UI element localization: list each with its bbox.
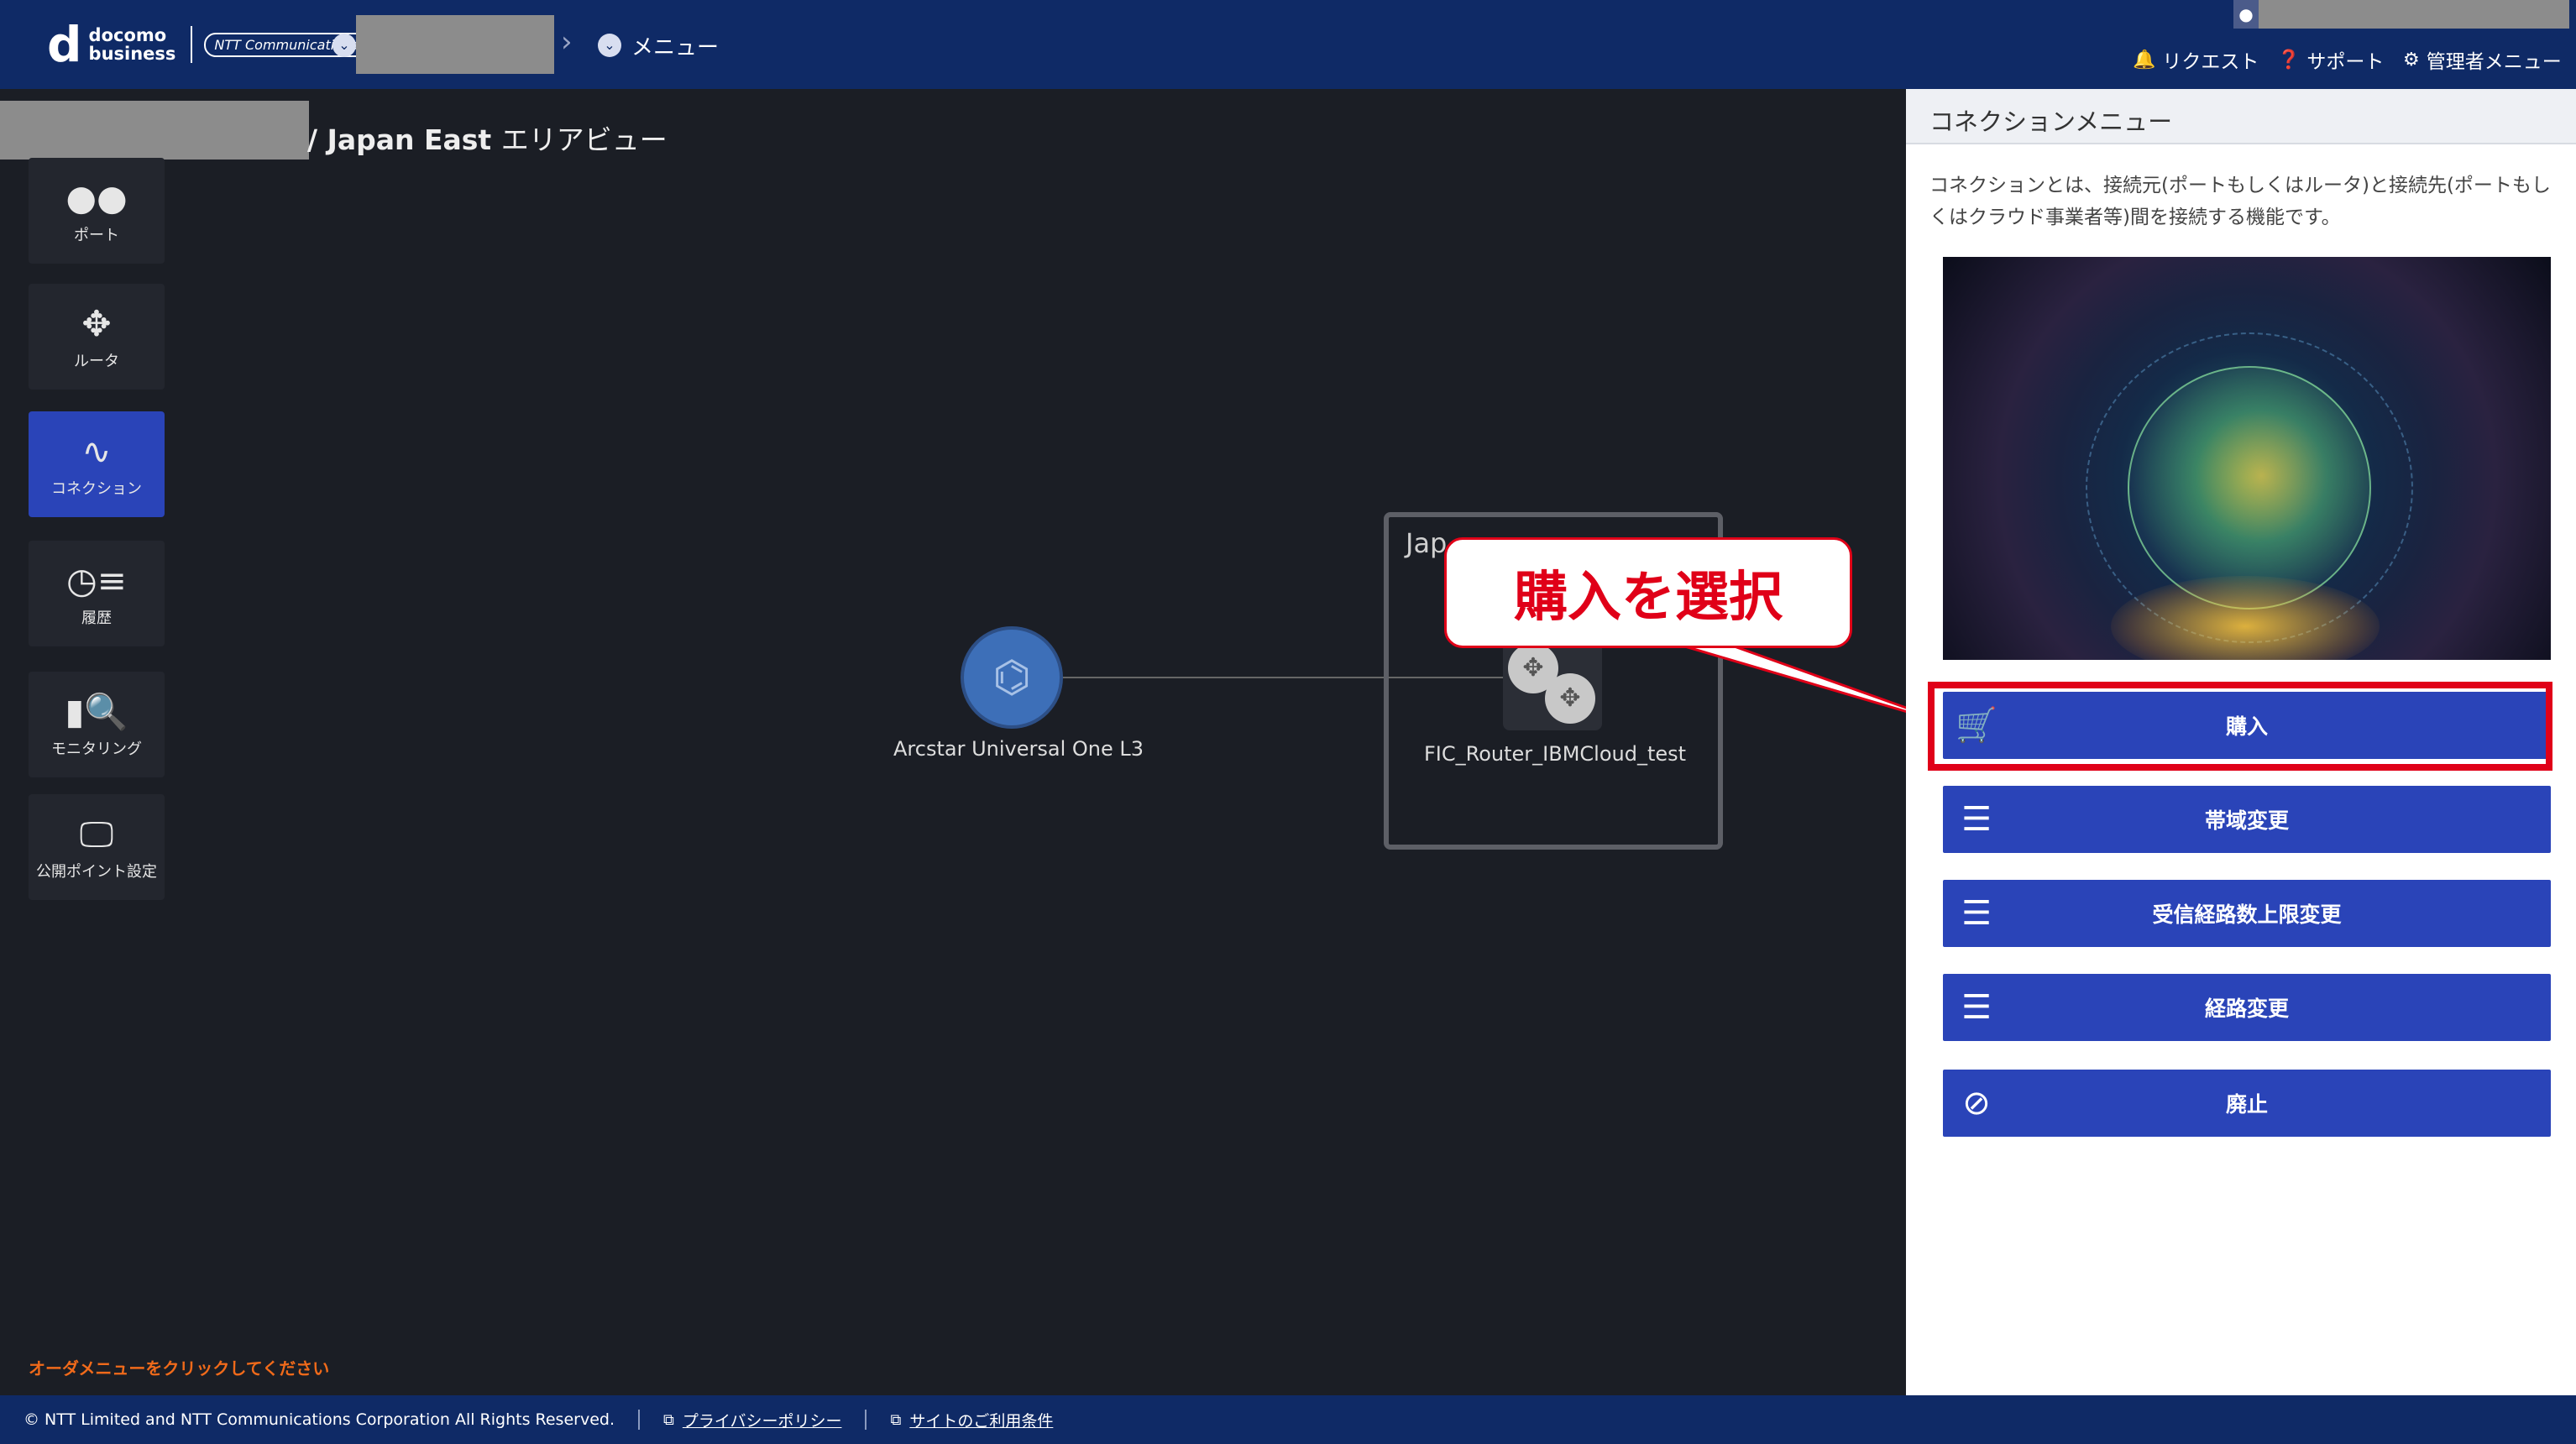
terms-of-use-link[interactable]: サイトのご利用条件 bbox=[909, 1409, 1053, 1431]
public-point-icon: 🖵 bbox=[79, 814, 114, 855]
sliders-icon: ☰ bbox=[1961, 894, 1992, 933]
panel-description: コネクションとは、接続元(ポートもしくはルータ)と接続先(ポートもしくはクラウド… bbox=[1929, 175, 2551, 228]
callout-select-purchase: 購入を選択 bbox=[1444, 537, 1852, 648]
sidebar-item-public-point[interactable]: 🖵 公開ポイント設定 bbox=[29, 794, 165, 900]
panel-header: コネクションメニュー bbox=[1906, 89, 2576, 144]
support-link[interactable]: ❓ サポート bbox=[2277, 47, 2384, 74]
sliders-icon: ☰ bbox=[1961, 988, 1992, 1027]
external-link-icon: ⧉ bbox=[890, 1410, 902, 1429]
sidebar-item-connection[interactable]: ∿ コネクション bbox=[29, 411, 165, 517]
sidebar-item-port[interactable]: ●● ポート bbox=[29, 158, 165, 264]
router-node-icon[interactable]: ✥ ✥ bbox=[1503, 638, 1602, 730]
logo-mark: d bbox=[47, 16, 82, 73]
external-link-icon: ⧉ bbox=[662, 1410, 674, 1429]
breadcrumb-menu[interactable]: メニュー bbox=[631, 30, 719, 61]
sidebar-item-monitoring[interactable]: ▮🔍 モニタリング bbox=[29, 672, 165, 777]
order-hint: オーダメニューをクリックしてください bbox=[29, 1358, 330, 1379]
docomo-business-logo[interactable]: d docomo business NTT Communications bbox=[47, 16, 369, 73]
user-icon[interactable]: ● bbox=[2233, 0, 2259, 29]
sidebar-item-history[interactable]: ◷≡ 履歴 bbox=[29, 541, 165, 646]
network-globe-image bbox=[1943, 257, 2551, 660]
footer-divider bbox=[865, 1410, 867, 1430]
sliders-icon: ☰ bbox=[1961, 800, 1992, 839]
route-change-button[interactable]: ☰ 経路変更 bbox=[1943, 974, 2551, 1041]
bandwidth-change-button[interactable]: ☰ 帯域変更 bbox=[1943, 786, 2551, 853]
footer-divider bbox=[637, 1410, 640, 1430]
router-node-label: FIC_Router_IBMCloud_test bbox=[1424, 742, 1687, 766]
route-limit-change-button[interactable]: ☰ 受信経路数上限変更 bbox=[1943, 880, 2551, 947]
chevron-down-icon[interactable]: ⌄ bbox=[332, 34, 356, 57]
help-icon: ❓ bbox=[2277, 49, 2301, 71]
port-icon: ●● bbox=[65, 177, 128, 218]
discontinue-button[interactable]: ⊘ 廃止 bbox=[1943, 1070, 2551, 1137]
top-header: d docomo business NTT Communications ⌄ ›… bbox=[0, 0, 2576, 89]
connection-icon: ∿ bbox=[81, 431, 112, 472]
arcstar-node-icon[interactable]: ⌬ bbox=[964, 630, 1060, 725]
history-icon: ◷≡ bbox=[66, 560, 127, 601]
admin-menu-link[interactable]: ⚙ 管理者メニュー bbox=[2403, 47, 2562, 74]
privacy-policy-link[interactable]: プライバシーポリシー bbox=[683, 1409, 842, 1431]
breadcrumb-redacted bbox=[356, 15, 554, 74]
title-redacted bbox=[0, 101, 309, 160]
gear-icon: ⚙ bbox=[2403, 49, 2420, 71]
purchase-highlight-frame bbox=[1928, 682, 2552, 771]
chevron-right-icon: › bbox=[561, 25, 573, 59]
request-link[interactable]: 🔔 リクエスト bbox=[2133, 47, 2259, 74]
panel-title: コネクションメニュー bbox=[1929, 107, 2173, 136]
chevron-down-icon[interactable]: ⌄ bbox=[598, 34, 621, 57]
user-name-redacted[interactable] bbox=[2233, 0, 2569, 29]
footer: © NTT Limited and NTT Communications Cor… bbox=[0, 1395, 2576, 1444]
bell-icon: 🔔 bbox=[2133, 49, 2156, 71]
copyright: © NTT Limited and NTT Communications Cor… bbox=[24, 1410, 615, 1429]
prohibit-icon: ⊘ bbox=[1962, 1084, 1991, 1122]
logo-divider bbox=[191, 26, 193, 63]
page-title: / Japan East エリアビュー bbox=[307, 123, 668, 156]
logo-wordmark: docomo business bbox=[88, 25, 176, 64]
sidebar-item-router[interactable]: ✥ ルータ bbox=[29, 284, 165, 390]
region-label: Jap bbox=[1406, 527, 1448, 559]
arcstar-node-label: Arcstar Universal One L3 bbox=[893, 737, 1144, 761]
monitoring-icon: ▮🔍 bbox=[65, 691, 128, 732]
router-icon: ✥ bbox=[81, 303, 112, 344]
